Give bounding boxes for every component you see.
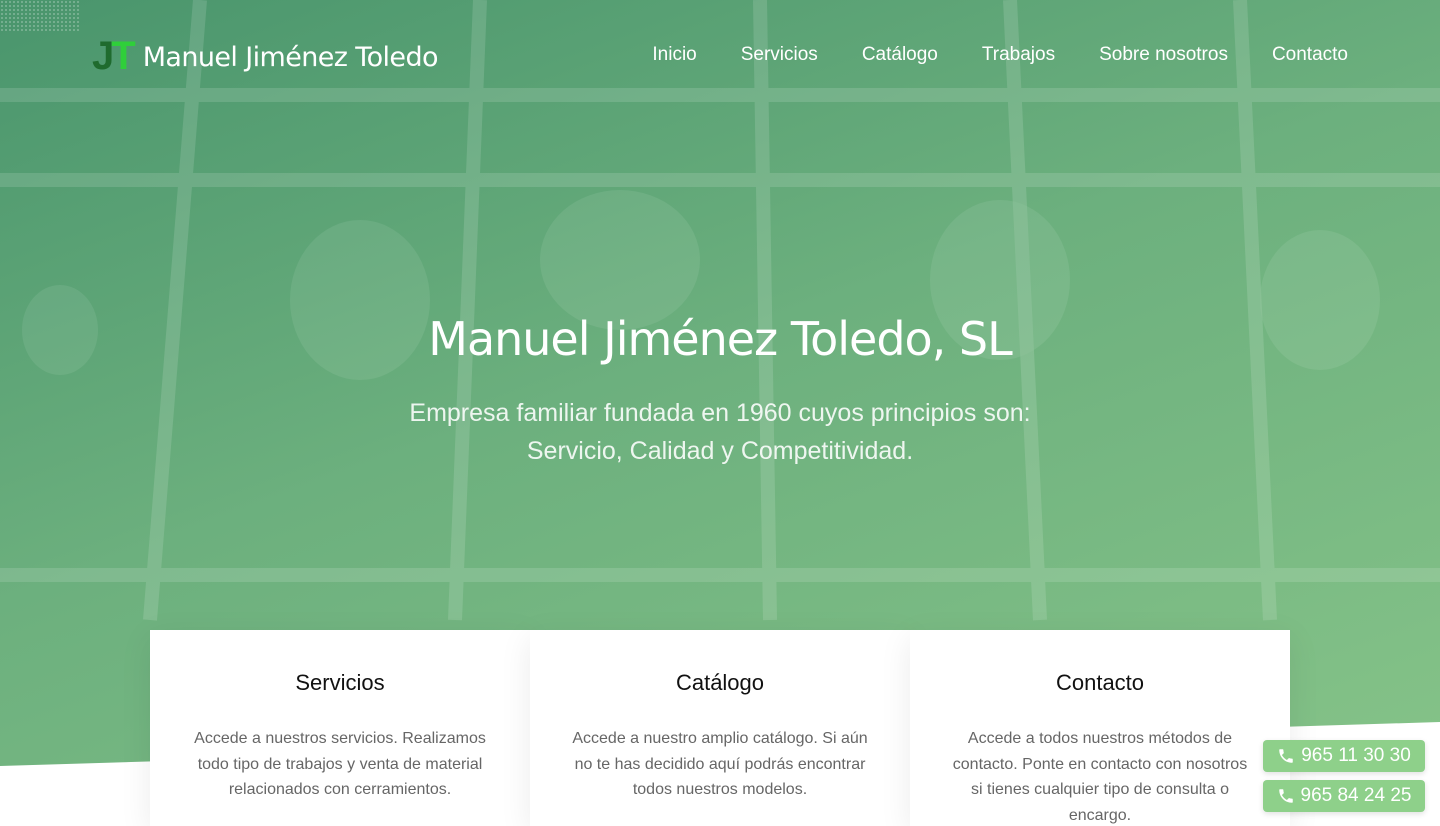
phone-button-2[interactable]: 965 84 24 25 bbox=[1263, 780, 1425, 812]
logo-mark-t: T bbox=[111, 34, 136, 78]
hero-subtitle-line-2: Servicio, Calidad y Competitividad. bbox=[526, 437, 914, 465]
nav-item-catalogo[interactable]: Catálogo bbox=[862, 40, 938, 70]
logo-mark: J T bbox=[92, 34, 136, 78]
main-nav: Inicio Servicios Catálogo Trabajos Sobre… bbox=[608, 40, 1348, 70]
card-title: Servicios bbox=[295, 670, 385, 695]
nav-item-sobre-nosotros[interactable]: Sobre nosotros bbox=[1099, 40, 1228, 70]
card-title: Catálogo bbox=[675, 670, 765, 695]
site-logo-link[interactable]: J T Manuel Jiménez Toledo bbox=[92, 34, 439, 78]
card-text: Accede a nuestro amplio catálogo. Si aún… bbox=[572, 730, 868, 798]
card-title: Contacto bbox=[1055, 670, 1145, 695]
phone-number: 965 84 24 25 bbox=[1300, 785, 1412, 806]
nav-item-contacto[interactable]: Contacto bbox=[1272, 40, 1348, 70]
nav-item-inicio[interactable]: Inicio bbox=[652, 40, 696, 70]
hero-subtitle-line-1: Empresa familiar fundada en 1960 cuyos p… bbox=[409, 399, 1031, 427]
phone-button-1[interactable]: 965 11 30 30 bbox=[1263, 740, 1425, 772]
phone-icon bbox=[1279, 749, 1293, 763]
card-servicios[interactable]: Servicios Accede a nuestros servicios. R… bbox=[150, 630, 530, 826]
card-catalogo[interactable]: Catálogo Accede a nuestro amplio catálog… bbox=[530, 630, 910, 826]
hero-subtitle: Empresa familiar fundada en 1960 cuyos p… bbox=[370, 394, 1070, 470]
logo-text: Manuel Jiménez Toledo bbox=[142, 42, 439, 73]
nav-item-trabajos[interactable]: Trabajos bbox=[982, 40, 1055, 70]
nav-item-servicios[interactable]: Servicios bbox=[741, 40, 818, 70]
card-text: Accede a nuestros servicios. Realizamos … bbox=[194, 730, 486, 798]
logo-mark-j: J bbox=[92, 34, 114, 78]
card-contacto[interactable]: Contacto Accede a todos nuestros métodos… bbox=[910, 630, 1290, 826]
card-text: Accede a todos nuestros métodos de conta… bbox=[952, 730, 1248, 824]
site-header: J T Manuel Jiménez Toledo Inicio Servici… bbox=[0, 0, 1440, 110]
feature-cards: Servicios Accede a nuestros servicios. R… bbox=[150, 630, 1290, 826]
hero-title: Manuel Jiménez Toledo, SL bbox=[428, 312, 1013, 366]
phone-number: 965 11 30 30 bbox=[1301, 745, 1411, 766]
page: J T Manuel Jiménez Toledo Inicio Servici… bbox=[0, 0, 1440, 826]
phone-icon bbox=[1278, 789, 1293, 803]
